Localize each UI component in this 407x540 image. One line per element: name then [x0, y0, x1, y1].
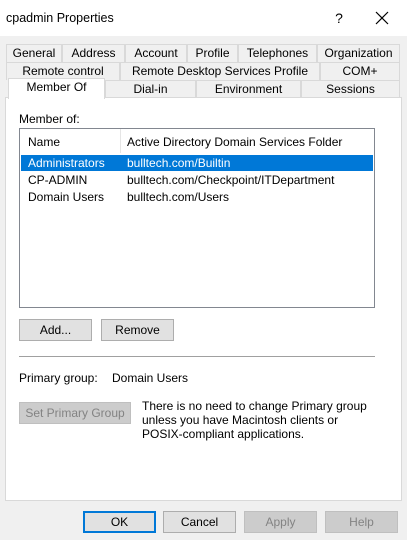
help-button[interactable]: ? [328, 6, 350, 30]
column-divider[interactable] [120, 129, 121, 153]
tab-dial-in[interactable]: Dial-in [105, 80, 196, 98]
column-header-name[interactable]: Name [28, 135, 60, 149]
remove-button[interactable]: Remove [101, 319, 174, 341]
ok-button[interactable]: OK [83, 511, 156, 533]
tab-telephones[interactable]: Telephones [238, 44, 317, 62]
table-row[interactable]: Administrators bulltech.com/Builtin [21, 155, 373, 171]
member-of-list[interactable]: Name Active Directory Domain Services Fo… [19, 128, 375, 308]
table-row[interactable]: Domain Users bulltech.com/Users [21, 189, 373, 205]
row-folder: bulltech.com/Builtin [127, 156, 231, 170]
window-title: cpadmin Properties [6, 11, 114, 25]
tab-profile[interactable]: Profile [187, 44, 238, 62]
row-name: Administrators [28, 156, 105, 170]
column-header-folder[interactable]: Active Directory Domain Services Folder [127, 135, 342, 149]
cancel-button[interactable]: Cancel [163, 511, 236, 533]
section-divider [19, 356, 375, 357]
apply-button[interactable]: Apply [244, 511, 317, 533]
member-of-panel: Member of: Name Active Directory Domain … [5, 97, 402, 501]
tab-member-of[interactable]: Member Of [8, 78, 105, 99]
row-name: CP-ADMIN [28, 173, 88, 187]
primary-group-note: There is no need to change Primary group… [142, 399, 367, 441]
row-folder: bulltech.com/Users [127, 190, 230, 204]
close-button[interactable] [366, 4, 398, 32]
tab-remote-desktop-services-profile[interactable]: Remote Desktop Services Profile [120, 62, 320, 80]
help-footer-button[interactable]: Help [325, 511, 398, 533]
tab-organization[interactable]: Organization [317, 44, 400, 62]
primary-group-label: Primary group: [19, 371, 98, 385]
add-button[interactable]: Add... [19, 319, 92, 341]
tab-environment[interactable]: Environment [196, 80, 301, 98]
set-primary-group-button[interactable]: Set Primary Group [19, 402, 131, 424]
primary-group-value: Domain Users [112, 371, 189, 385]
member-of-label: Member of: [19, 112, 80, 126]
title-bar: cpadmin Properties ? [0, 0, 407, 36]
row-folder: bulltech.com/Checkpoint/ITDepartment [127, 173, 335, 187]
list-header: Name Active Directory Domain Services Fo… [20, 129, 374, 155]
close-icon [375, 11, 389, 25]
tab-account[interactable]: Account [125, 44, 187, 62]
row-name: Domain Users [28, 190, 105, 204]
tab-sessions[interactable]: Sessions [301, 80, 400, 98]
tab-address[interactable]: Address [62, 44, 125, 62]
table-row[interactable]: CP-ADMIN bulltech.com/Checkpoint/ITDepar… [21, 172, 373, 188]
tab-general[interactable]: General [6, 44, 62, 62]
tab-com-plus[interactable]: COM+ [320, 62, 400, 80]
